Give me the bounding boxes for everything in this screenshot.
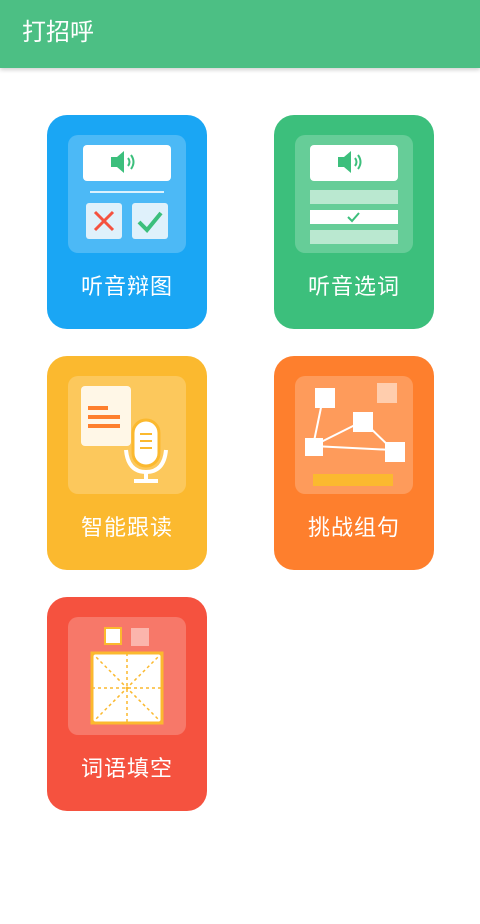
page-title: 打招呼 xyxy=(22,18,94,46)
card-smart-read-along[interactable]: 智能跟读 xyxy=(47,356,207,570)
connect-nodes-icon xyxy=(305,383,405,486)
card-label: 听音选词 xyxy=(307,275,400,300)
card-label: 挑战组句 xyxy=(307,516,400,541)
listen-pick-image-icon xyxy=(83,145,171,239)
card-listen-pick-image[interactable]: 听音辩图 xyxy=(47,115,207,329)
card-label: 词语填空 xyxy=(80,757,173,782)
listen-pick-word-icon xyxy=(310,145,398,244)
card-listen-pick-word[interactable]: 听音选词 xyxy=(274,115,434,329)
card-challenge-sentence[interactable]: 挑战组句 xyxy=(274,356,434,570)
microphone-document-icon xyxy=(81,386,168,483)
card-label: 听音辩图 xyxy=(80,275,173,300)
app-bar: 打招呼 xyxy=(0,0,480,68)
card-fill-in-words[interactable]: 词语填空 xyxy=(47,597,207,811)
card-label: 智能跟读 xyxy=(80,516,173,541)
character-grid-icon xyxy=(90,627,164,725)
